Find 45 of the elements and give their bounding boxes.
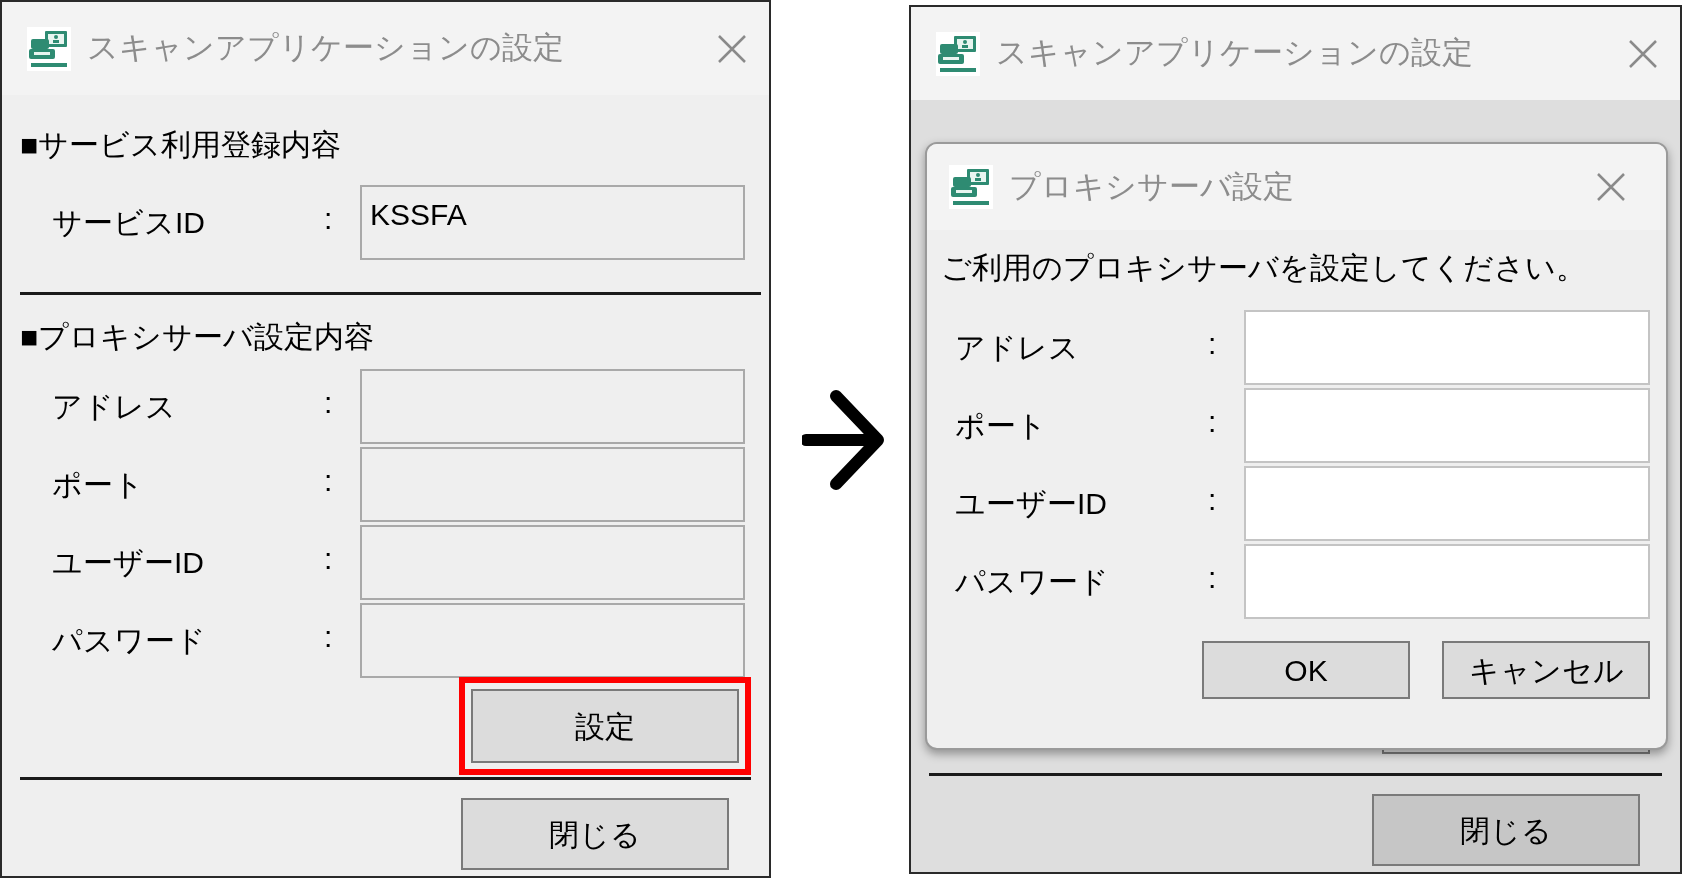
computer-icon	[27, 26, 71, 71]
field-label: パスワード	[52, 623, 207, 659]
input-field[interactable]: KSSFA	[360, 185, 745, 260]
field-separator: :	[1208, 560, 1218, 596]
field-separator: :	[324, 385, 334, 421]
window-title: スキャンアプリケーションの設定	[87, 29, 564, 68]
input-field[interactable]	[360, 447, 745, 522]
field-separator: :	[1208, 326, 1218, 362]
section-heading: ■サービス利用登録内容	[20, 127, 342, 163]
computer-icon	[936, 31, 980, 76]
arrow-icon	[802, 388, 886, 492]
field-label: アドレス	[52, 389, 177, 425]
field-label: サービスID	[52, 205, 206, 241]
close-button[interactable]: 閉じる	[461, 798, 729, 870]
ok-button[interactable]: OK	[1202, 641, 1410, 699]
computer-icon	[949, 165, 993, 209]
input-field[interactable]	[1244, 544, 1650, 619]
field-label: ユーザーID	[955, 486, 1108, 522]
field-separator: :	[324, 201, 334, 237]
close-icon[interactable]	[1628, 38, 1658, 69]
section-heading: ■プロキシサーバ設定内容	[20, 319, 375, 355]
field-separator: :	[1208, 404, 1218, 440]
field-label: パスワード	[955, 564, 1110, 600]
field-separator: :	[324, 541, 334, 577]
field-separator: :	[1208, 482, 1218, 518]
input-field[interactable]	[360, 525, 745, 600]
input-field[interactable]	[1244, 466, 1650, 541]
prompt-text: ご利用のプロキシサーバを設定してください。	[941, 250, 1586, 286]
close-icon[interactable]	[1596, 172, 1626, 202]
field-separator: :	[324, 463, 334, 499]
input-field[interactable]	[1244, 310, 1650, 385]
field-label: ユーザーID	[52, 545, 205, 581]
input-field[interactable]	[360, 603, 745, 678]
close-icon[interactable]	[717, 33, 747, 64]
window-title: スキャンアプリケーションの設定	[996, 34, 1473, 73]
window-title: プロキシサーバ設定	[1009, 167, 1294, 206]
field-label: アドレス	[955, 330, 1080, 366]
field-separator: :	[324, 619, 334, 655]
input-field[interactable]	[360, 369, 745, 444]
settings-button[interactable]: 設定	[471, 689, 739, 763]
field-label: ポート	[955, 408, 1048, 444]
close-button[interactable]: 閉じる	[1372, 794, 1640, 866]
field-label: ポート	[52, 467, 145, 503]
input-field[interactable]	[1244, 388, 1650, 463]
cancel-button[interactable]: キャンセル	[1442, 641, 1650, 699]
